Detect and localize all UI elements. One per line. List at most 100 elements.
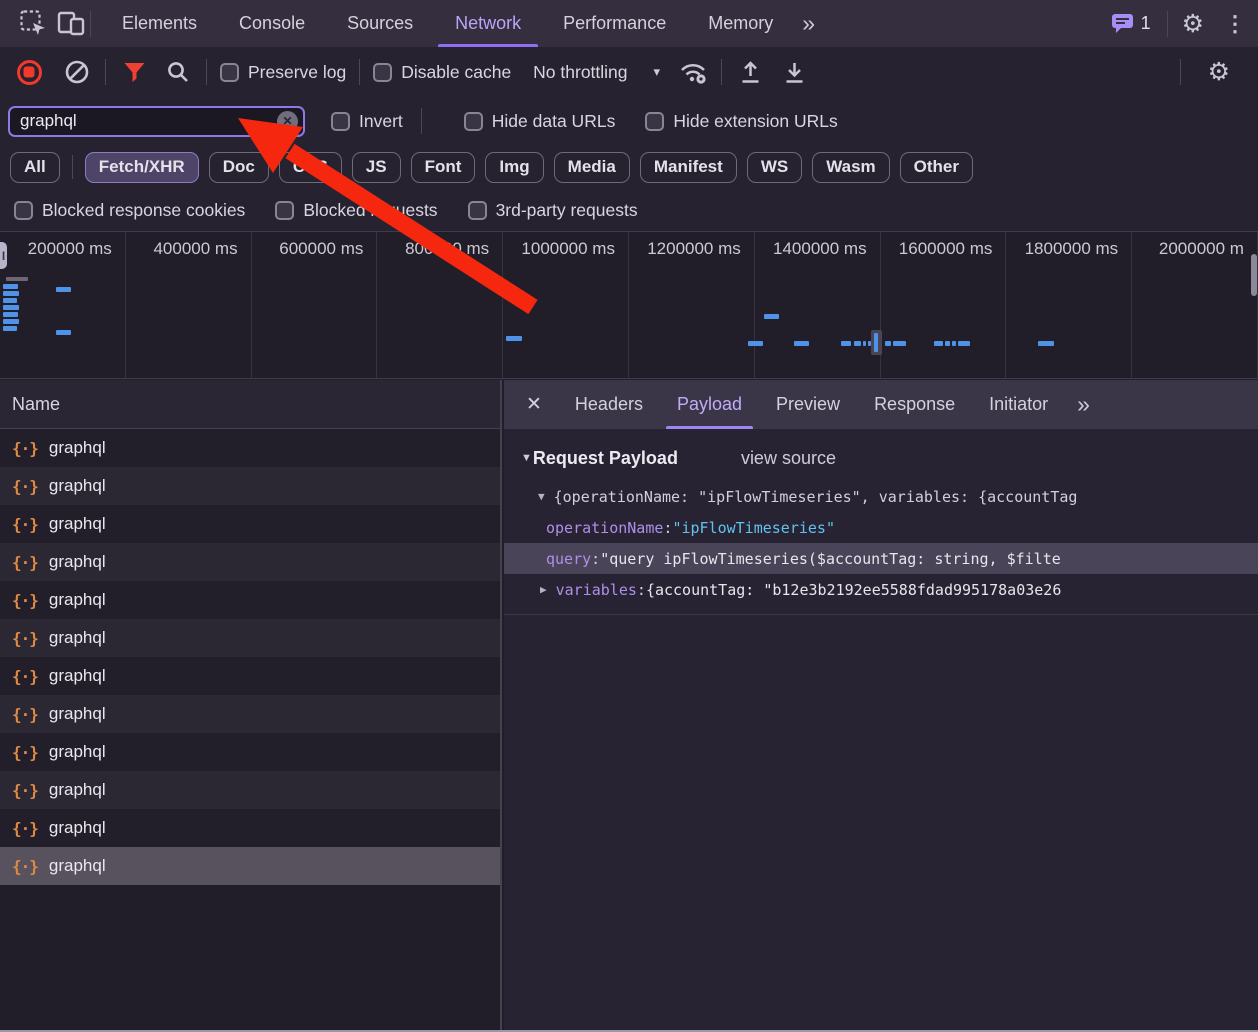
tab-console[interactable]: Console [218,0,326,47]
request-row[interactable]: {·}graphql [0,657,500,695]
settings-gear-icon[interactable]: ⚙ [1168,9,1218,39]
timeline-request-bar [1038,341,1054,346]
request-row[interactable]: {·}graphql [0,733,500,771]
request-row[interactable]: {·}graphql [0,581,500,619]
detail-tab-preview[interactable]: Preview [759,380,857,429]
collapse-triangle-icon[interactable]: ▼ [521,452,532,464]
filter-chip-img[interactable]: Img [485,152,543,183]
payload-operation-name-row[interactable]: operationName: "ipFlowTimeseries" [504,512,1258,543]
network-overview-timeline[interactable]: 200000 ms400000 ms600000 ms800000 ms1000… [0,232,1258,379]
request-row[interactable]: {·}graphql [0,429,500,467]
filter-bar: ✕ Invert Hide data URLs Hide extension U… [0,97,1258,145]
invert-checkbox[interactable]: Invert [331,111,403,132]
third-party-requests-checkbox[interactable]: 3rd-party requests [468,200,638,221]
more-detail-tabs-chevron-icon[interactable]: » [1069,391,1096,418]
tab-performance[interactable]: Performance [542,0,687,47]
overview-left-handle[interactable]: I [0,242,7,269]
checkbox[interactable] [468,201,487,220]
network-settings-gear-icon[interactable]: ⚙ [1194,57,1244,87]
disable-cache-checkbox[interactable]: Disable cache [373,62,511,83]
view-source-link[interactable]: view source [741,448,836,469]
request-row[interactable]: {·}graphql [0,809,500,847]
clear-network-log-icon[interactable] [62,57,92,87]
issues-badge[interactable]: 1 [1111,13,1151,34]
checkbox[interactable] [275,201,294,220]
tab-sources[interactable]: Sources [326,0,434,47]
payload-summary-row[interactable]: ▼ {operationName: "ipFlowTimeseries", va… [504,481,1258,512]
payload-query-row[interactable]: query: "query ipFlowTimeseries($accountT… [504,543,1258,574]
detail-tab-initiator[interactable]: Initiator [972,380,1065,429]
filter-chip-font[interactable]: Font [411,152,476,183]
request-name: graphql [49,628,106,648]
name-column-header[interactable]: Name [0,380,500,429]
devtools-window: ElementsConsoleSourcesNetworkPerformance… [0,0,1258,1032]
filter-chip-ws[interactable]: WS [747,152,802,183]
filter-chip-media[interactable]: Media [554,152,630,183]
json-request-icon: {·} [12,857,38,876]
timeline-request-bar [885,341,891,346]
request-row[interactable]: {·}graphql [0,619,500,657]
request-row[interactable]: {·}graphql [0,505,500,543]
throttling-dropdown[interactable]: No throttling ▾ [533,62,660,83]
filter-chip-fetch-xhr[interactable]: Fetch/XHR [85,152,199,183]
timeline-request-bar [863,341,866,346]
export-har-icon[interactable] [779,57,809,87]
request-row[interactable]: {·}graphql [0,847,500,885]
request-payload-section[interactable]: ▼ Request Payload view source [504,442,1258,474]
request-row[interactable]: {·}graphql [0,771,500,809]
detail-tab-payload[interactable]: Payload [660,380,759,429]
import-har-icon[interactable] [735,57,765,87]
tab-elements[interactable]: Elements [101,0,218,47]
more-panels-chevron-icon[interactable]: » [794,10,821,37]
hide-extension-urls-checkbox[interactable]: Hide extension URLs [645,111,837,132]
timeline-request-bar [3,298,17,303]
expand-triangle-icon[interactable]: ▼ [538,490,545,503]
detail-tab-headers[interactable]: Headers [558,380,660,429]
timeline-tick: 600000 ms [252,232,378,378]
search-icon[interactable] [163,57,193,87]
close-panel-icon[interactable]: ✕ [520,393,558,416]
request-row[interactable]: {·}graphql [0,543,500,581]
overview-right-handle[interactable] [1251,254,1257,296]
request-row[interactable]: {·} graphql [0,695,500,733]
filter-chip-manifest[interactable]: Manifest [640,152,737,183]
hide-data-urls-checkbox[interactable]: Hide data URLs [464,111,616,132]
checkbox[interactable] [373,63,392,82]
tab-memory[interactable]: Memory [687,0,794,47]
inspect-element-icon[interactable] [14,4,52,44]
preserve-log-checkbox[interactable]: Preserve log [220,62,346,83]
filter-funnel-icon[interactable] [119,57,149,87]
device-toolbar-icon[interactable] [52,4,90,44]
blocked-response-cookies-checkbox[interactable]: Blocked response cookies [14,200,245,221]
timeline-tick: 2000000 m [1132,232,1258,378]
clear-filter-icon[interactable]: ✕ [277,111,298,132]
checkbox[interactable] [645,112,664,131]
filter-chip-all[interactable]: All [10,152,60,183]
requests-table: Name {·}graphql{·}graphql{·}graphql{·}gr… [0,380,502,1032]
checkbox[interactable] [331,112,350,131]
checkbox[interactable] [464,112,483,131]
filter-chip-doc[interactable]: Doc [209,152,269,183]
request-row[interactable]: {·}graphql [0,467,500,505]
detail-tab-response[interactable]: Response [857,380,972,429]
filter-chip-js[interactable]: JS [352,152,401,183]
checkbox[interactable] [14,201,33,220]
payload-variables-row[interactable]: ▶ variables: {accountTag: "b12e3b2192ee5… [504,574,1258,605]
detail-tab-strip: ✕ HeadersPayloadPreviewResponseInitiator… [504,380,1258,429]
checkbox[interactable] [220,63,239,82]
filter-input[interactable] [8,106,305,137]
request-name: graphql [49,552,106,572]
timeline-tick: 1200000 ms [629,232,755,378]
json-request-icon: {·} [12,705,38,724]
expand-triangle-icon[interactable]: ▶ [540,583,547,596]
menu-kebab-icon[interactable]: ⋮ [1218,11,1258,37]
filter-chip-other[interactable]: Other [900,152,973,183]
filter-chip-css[interactable]: CSS [279,152,342,183]
filter-chip-wasm[interactable]: Wasm [812,152,889,183]
network-conditions-icon[interactable] [678,57,708,87]
request-name: graphql [49,704,106,724]
record-network-log-button[interactable] [14,57,44,87]
blocked-requests-checkbox[interactable]: Blocked requests [275,200,437,221]
section-title: Request Payload [533,448,678,469]
tab-network[interactable]: Network [434,0,542,47]
